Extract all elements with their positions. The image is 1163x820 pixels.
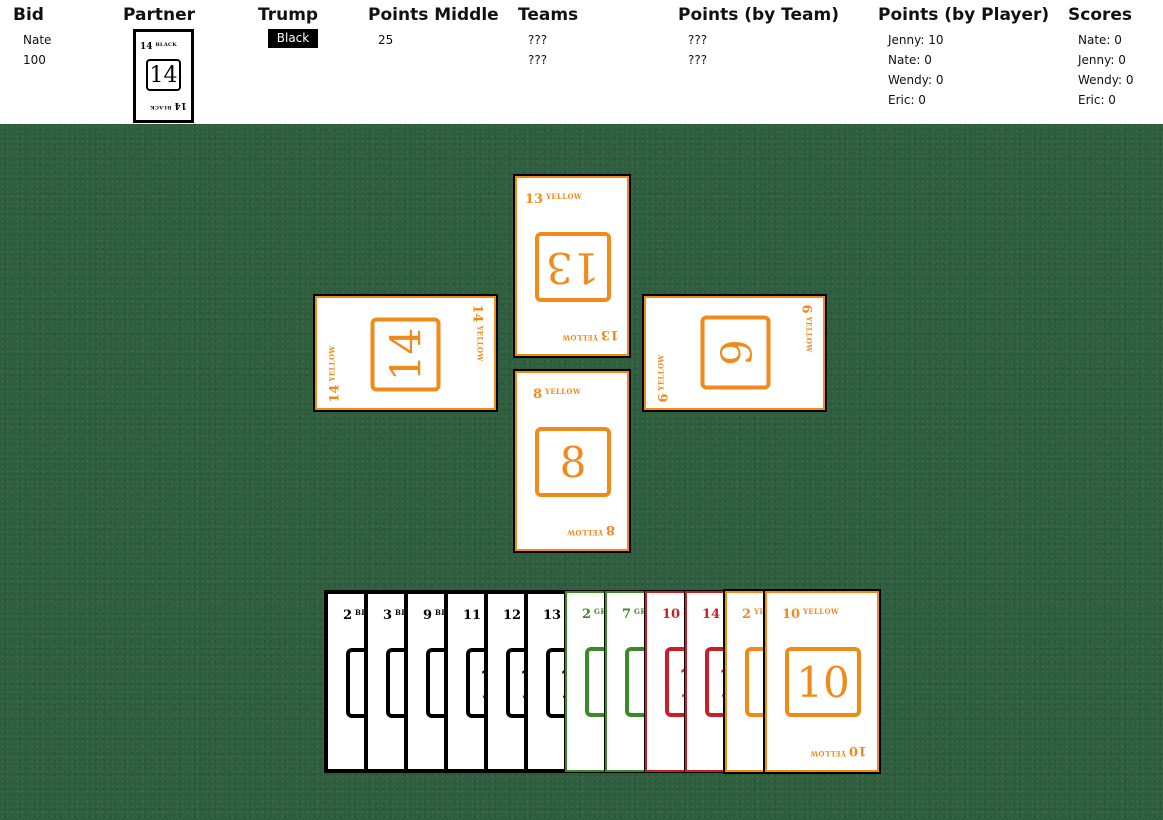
hand-card-face: 10 <box>785 647 861 717</box>
team-points-row: ??? <box>688 53 708 67</box>
trick-card-bottom: 8 YELLOW 8 8YELLOW <box>513 369 631 553</box>
hand-card[interactable]: 10 YELLOW 10 10YELLOW <box>763 589 881 774</box>
bid-amount: 100 <box>23 53 46 67</box>
trick-card-left: 14YELLOW 14 14YELLOW <box>313 294 498 412</box>
score-row: Wendy: 0 <box>1078 73 1134 87</box>
score-row: Jenny: 0 <box>1078 53 1126 67</box>
player-points-row: Wendy: 0 <box>888 73 944 87</box>
score-row: Eric: 0 <box>1078 93 1116 107</box>
partner-card: 14 BLACK 14 14BLACK <box>133 29 194 123</box>
bid-heading: Bid <box>13 5 44 25</box>
points-by-team-heading: Points (by Team) <box>678 5 839 25</box>
score-header: Bid Nate 100 Partner 14 BLACK 14 14BLACK … <box>0 0 1163 124</box>
trump-heading: Trump <box>258 5 319 25</box>
trump-badge: Black <box>268 29 318 48</box>
team-row: ??? <box>528 53 548 67</box>
points-middle-value: 25 <box>378 33 394 47</box>
bid-player: Nate <box>23 33 52 47</box>
trick-card-right: 6YELLOW 6 6YELLOW <box>642 294 827 412</box>
team-points-row: ??? <box>688 33 708 47</box>
scores-heading: Scores <box>1068 5 1133 25</box>
player-points-row: Nate: 0 <box>888 53 932 67</box>
partner-heading: Partner <box>123 5 196 25</box>
trick-card-top: 13 YELLOW 13 13YELLOW <box>513 174 631 358</box>
teams-heading: Teams <box>518 5 579 25</box>
points-by-player-heading: Points (by Player) <box>878 5 1050 25</box>
points-middle-heading: Points Middle <box>368 5 499 25</box>
partner-card-face: 14 <box>146 59 181 91</box>
player-points-row: Eric: 0 <box>888 93 926 107</box>
card-table: 13 YELLOW 13 13YELLOW 14YELLOW 14 14YELLO… <box>0 124 1163 820</box>
player-points-row: Jenny: 10 <box>888 33 944 47</box>
team-row: ??? <box>528 33 548 47</box>
score-row: Nate: 0 <box>1078 33 1122 47</box>
